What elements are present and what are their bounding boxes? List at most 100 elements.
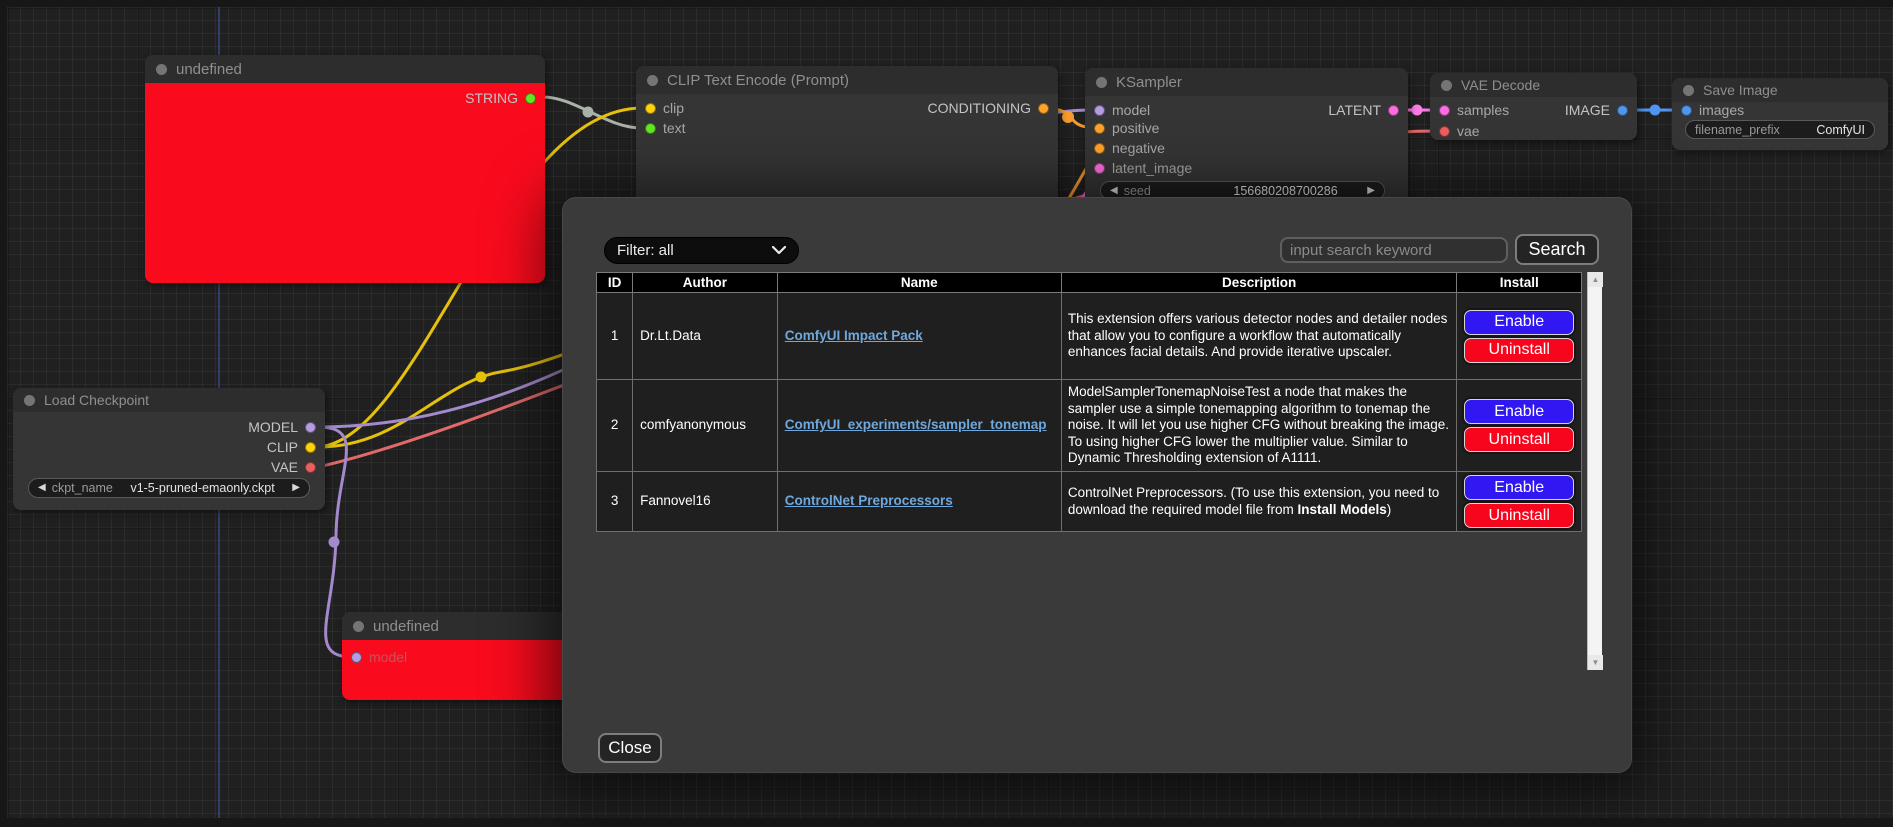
table-scrollbar[interactable]: ▲ ▼ bbox=[1587, 272, 1602, 670]
filter-select[interactable]: Filter: all bbox=[604, 237, 799, 264]
node-vae-decode[interactable]: VAE Decode samples vae IMAGE bbox=[1430, 73, 1637, 140]
port-dot-icon bbox=[1094, 163, 1105, 174]
chevron-down-icon bbox=[772, 246, 786, 255]
port-label: CONDITIONING bbox=[928, 100, 1031, 116]
close-button[interactable]: Close bbox=[598, 733, 662, 763]
filter-select-value: Filter: all bbox=[617, 242, 674, 259]
output-port-latent[interactable]: LATENT bbox=[1328, 103, 1399, 117]
search-input[interactable] bbox=[1280, 237, 1508, 263]
port-label: clip bbox=[663, 100, 684, 116]
collapse-dot-icon[interactable] bbox=[156, 64, 167, 75]
decrement-arrow-icon[interactable]: ◀ bbox=[1110, 186, 1118, 196]
cell-author: Fannovel16 bbox=[633, 472, 778, 532]
node-save-image-header[interactable]: Save Image bbox=[1672, 78, 1888, 102]
port-dot-icon bbox=[351, 652, 362, 663]
output-port-string[interactable]: STRING bbox=[465, 91, 536, 105]
port-dot-icon bbox=[645, 123, 656, 134]
filename-prefix-widget[interactable]: filename_prefix ComfyUI bbox=[1685, 120, 1875, 139]
input-port-model[interactable]: model bbox=[351, 650, 407, 664]
port-label: model bbox=[369, 649, 407, 665]
col-header-id: ID bbox=[597, 273, 633, 293]
node-save-image[interactable]: Save Image images filename_prefix ComfyU… bbox=[1672, 78, 1888, 150]
port-dot-icon bbox=[1617, 105, 1628, 116]
port-label: samples bbox=[1457, 102, 1509, 118]
input-port-images[interactable]: images bbox=[1681, 103, 1744, 117]
port-dot-icon bbox=[1038, 103, 1049, 114]
node-vae-decode-header[interactable]: VAE Decode bbox=[1430, 73, 1637, 97]
enable-button[interactable]: Enable bbox=[1464, 310, 1574, 335]
widget-name: seed bbox=[1124, 184, 1151, 198]
extension-table: ID Author Name Description Install 1 Dr.… bbox=[596, 272, 1582, 532]
input-port-vae[interactable]: vae bbox=[1439, 124, 1480, 138]
port-dot-icon bbox=[305, 442, 316, 453]
node-title: Save Image bbox=[1703, 82, 1778, 98]
collapse-dot-icon[interactable] bbox=[1441, 80, 1452, 91]
table-header-row: ID Author Name Description Install bbox=[597, 273, 1582, 293]
node-title: CLIP Text Encode (Prompt) bbox=[667, 72, 849, 89]
input-port-clip[interactable]: clip bbox=[645, 101, 684, 115]
table-row: 2 comfyanonymous ComfyUI_experiments/sam… bbox=[597, 380, 1582, 472]
output-port-conditioning[interactable]: CONDITIONING bbox=[928, 101, 1049, 115]
collapse-dot-icon[interactable] bbox=[1096, 77, 1107, 88]
uninstall-button[interactable]: Uninstall bbox=[1464, 427, 1574, 452]
port-label: images bbox=[1699, 102, 1744, 118]
input-port-positive[interactable]: positive bbox=[1094, 121, 1159, 135]
output-port-model[interactable]: MODEL bbox=[248, 420, 316, 434]
input-port-model[interactable]: model bbox=[1094, 103, 1150, 117]
input-port-latent-image[interactable]: latent_image bbox=[1094, 161, 1192, 175]
node-title: Load Checkpoint bbox=[44, 392, 149, 408]
scroll-down-icon[interactable]: ▼ bbox=[1588, 655, 1603, 670]
description-bold-text: Install Models bbox=[1298, 502, 1387, 517]
extension-link[interactable]: ComfyUI_experiments/sampler_tonemap bbox=[785, 417, 1047, 432]
ckpt-name-widget[interactable]: ◀ ckpt_name v1-5-pruned-emaonly.ckpt ▶ bbox=[28, 478, 310, 498]
extension-link[interactable]: ComfyUI Impact Pack bbox=[785, 328, 923, 343]
node-ksampler[interactable]: KSampler model positive negative latent_… bbox=[1085, 68, 1408, 213]
cell-install: Enable Uninstall bbox=[1457, 293, 1582, 380]
table-row: 1 Dr.Lt.Data ComfyUI Impact Pack This ex… bbox=[597, 293, 1582, 380]
scroll-up-icon[interactable]: ▲ bbox=[1588, 272, 1603, 287]
decrement-arrow-icon[interactable]: ◀ bbox=[38, 483, 46, 493]
node-undefined-1-header[interactable]: undefined bbox=[145, 55, 545, 83]
node-load-checkpoint-header[interactable]: Load Checkpoint bbox=[13, 388, 325, 412]
port-dot-icon bbox=[645, 103, 656, 114]
node-load-checkpoint[interactable]: Load Checkpoint MODEL CLIP VAE ◀ ckpt_na… bbox=[13, 388, 325, 510]
table-row: 3 Fannovel16 ControlNet Preprocessors Co… bbox=[597, 472, 1582, 532]
port-dot-icon bbox=[305, 422, 316, 433]
input-port-negative[interactable]: negative bbox=[1094, 141, 1165, 155]
cell-author: comfyanonymous bbox=[633, 380, 778, 472]
enable-button[interactable]: Enable bbox=[1464, 399, 1574, 424]
node-undefined-1[interactable]: undefined STRING bbox=[145, 55, 545, 283]
node-title: VAE Decode bbox=[1461, 77, 1540, 93]
port-label: positive bbox=[1112, 120, 1159, 136]
port-label: STRING bbox=[465, 90, 518, 106]
increment-arrow-icon[interactable]: ▶ bbox=[292, 483, 300, 493]
enable-button[interactable]: Enable bbox=[1464, 475, 1574, 500]
port-label: VAE bbox=[271, 459, 298, 475]
uninstall-button[interactable]: Uninstall bbox=[1464, 338, 1574, 363]
node-clip-text-encode[interactable]: CLIP Text Encode (Prompt) clip text COND… bbox=[636, 66, 1058, 211]
output-port-clip[interactable]: CLIP bbox=[267, 440, 316, 454]
node-clip-text-encode-header[interactable]: CLIP Text Encode (Prompt) bbox=[636, 66, 1058, 94]
port-label: negative bbox=[1112, 140, 1165, 156]
node-ksampler-header[interactable]: KSampler bbox=[1085, 68, 1408, 96]
cell-install: Enable Uninstall bbox=[1457, 380, 1582, 472]
extension-link[interactable]: ControlNet Preprocessors bbox=[785, 493, 953, 508]
widget-value: v1-5-pruned-emaonly.ckpt bbox=[130, 481, 274, 495]
uninstall-button[interactable]: Uninstall bbox=[1464, 503, 1574, 528]
output-port-vae[interactable]: VAE bbox=[271, 460, 316, 474]
increment-arrow-icon[interactable]: ▶ bbox=[1367, 186, 1375, 196]
input-port-text[interactable]: text bbox=[645, 121, 686, 135]
collapse-dot-icon[interactable] bbox=[24, 395, 35, 406]
search-button[interactable]: Search bbox=[1515, 234, 1599, 265]
port-label: model bbox=[1112, 102, 1150, 118]
collapse-dot-icon[interactable] bbox=[353, 621, 364, 632]
collapse-dot-icon[interactable] bbox=[1683, 85, 1694, 96]
collapse-dot-icon[interactable] bbox=[647, 75, 658, 86]
node-graph-canvas[interactable]: undefined STRING CLIP Text Encode (Promp… bbox=[0, 0, 1893, 827]
input-port-samples[interactable]: samples bbox=[1439, 103, 1509, 117]
node-error-body bbox=[145, 83, 545, 283]
port-dot-icon bbox=[1439, 105, 1450, 116]
node-title: undefined bbox=[176, 61, 242, 78]
output-port-image[interactable]: IMAGE bbox=[1565, 103, 1628, 117]
port-label: text bbox=[663, 120, 686, 136]
